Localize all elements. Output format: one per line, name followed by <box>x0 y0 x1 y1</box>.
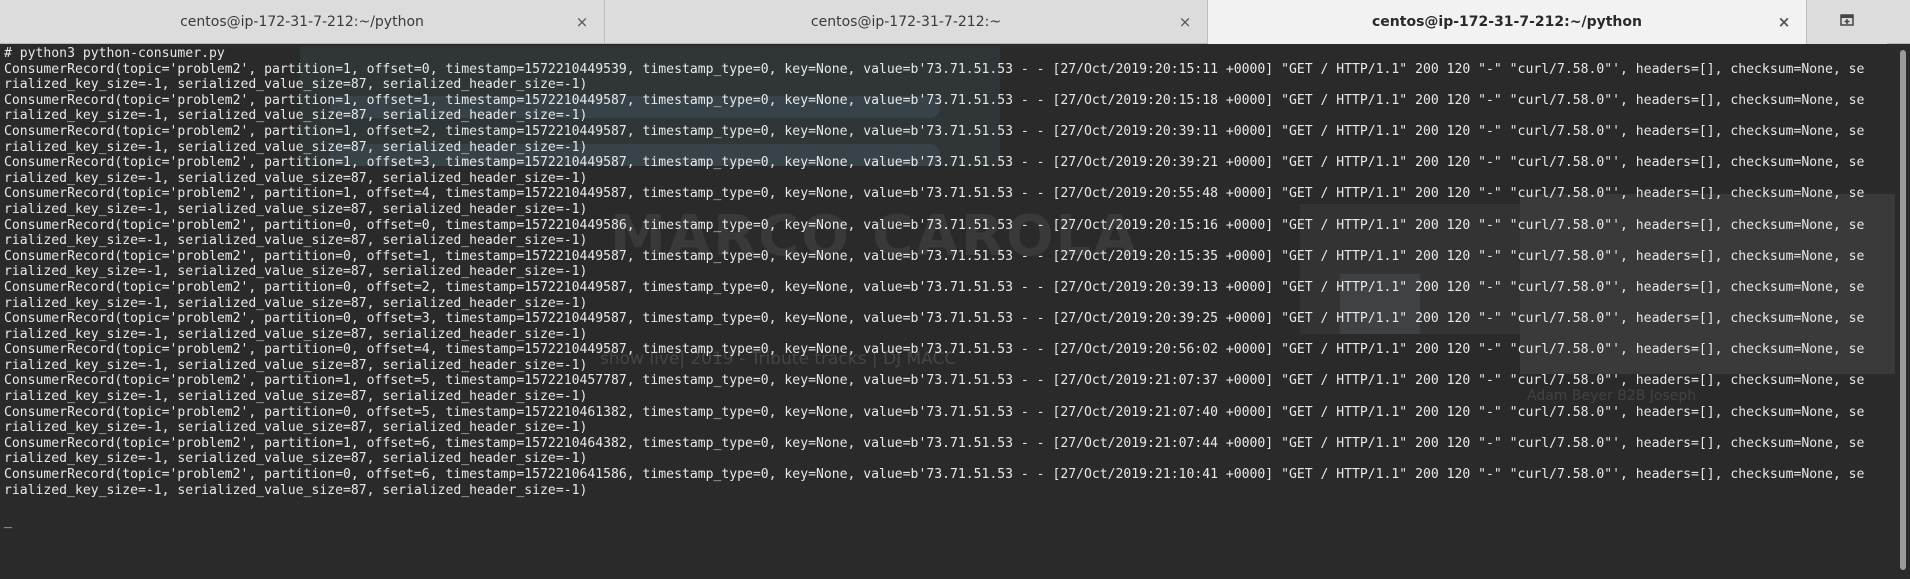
tab-python-active[interactable]: centos@ip-172-31-7-212:~/python × <box>1208 0 1807 44</box>
terminal-line: rialized_key_size=-1, serialized_value_s… <box>4 451 588 467</box>
terminal-line: rialized_key_size=-1, serialized_value_s… <box>4 264 588 280</box>
terminal-output: # python3 python-consumer.py ConsumerReco… <box>4 46 1895 529</box>
terminal-line: rialized_key_size=-1, serialized_value_s… <box>4 201 588 217</box>
terminal-line: ConsumerRecord(topic='problem2', partiti… <box>4 404 1865 420</box>
tab-label: centos@ip-172-31-7-212:~ <box>810 14 1002 30</box>
tab-bar: centos@ip-172-31-7-212:~/python × centos… <box>0 0 1910 44</box>
new-tab-button[interactable] <box>1807 0 1887 44</box>
close-icon[interactable]: × <box>1175 12 1195 32</box>
terminal-line: ConsumerRecord(topic='problem2', partiti… <box>4 373 1865 389</box>
terminal-line: ConsumerRecord(topic='problem2', partiti… <box>4 248 1865 264</box>
tab-label: centos@ip-172-31-7-212:~/python <box>1372 14 1642 30</box>
terminal-line: rialized_key_size=-1, serialized_value_s… <box>4 77 588 93</box>
command-line: # python3 python-consumer.py <box>4 46 225 61</box>
terminal-line: rialized_key_size=-1, serialized_value_s… <box>4 139 588 155</box>
terminal-line: rialized_key_size=-1, serialized_value_s… <box>4 233 588 249</box>
close-icon[interactable]: × <box>572 12 592 32</box>
scrollbar[interactable] <box>1895 44 1910 579</box>
new-tab-icon <box>1839 12 1855 32</box>
terminal-line: ConsumerRecord(topic='problem2', partiti… <box>4 311 1865 327</box>
terminal-line: ConsumerRecord(topic='problem2', partiti… <box>4 342 1865 358</box>
terminal-line: rialized_key_size=-1, serialized_value_s… <box>4 389 588 405</box>
terminal-line: rialized_key_size=-1, serialized_value_s… <box>4 482 588 498</box>
terminal-line: ConsumerRecord(topic='problem2', partiti… <box>4 217 1865 233</box>
scrollbar-thumb[interactable] <box>1900 50 1906 570</box>
tab-home[interactable]: centos@ip-172-31-7-212:~ × <box>605 0 1208 44</box>
tab-label: centos@ip-172-31-7-212:~/python <box>180 14 424 30</box>
terminal-line: rialized_key_size=-1, serialized_value_s… <box>4 108 588 124</box>
terminal-line: ConsumerRecord(topic='problem2', partiti… <box>4 123 1865 139</box>
terminal-line: rialized_key_size=-1, serialized_value_s… <box>4 420 588 436</box>
prompt-line[interactable]: _ <box>4 514 1895 530</box>
terminal-window: centos@ip-172-31-7-212:~/python × centos… <box>0 0 1910 579</box>
terminal-line: rialized_key_size=-1, serialized_value_s… <box>4 295 588 311</box>
terminal-line: ConsumerRecord(topic='problem2', partiti… <box>4 155 1865 171</box>
terminal-line: ConsumerRecord(topic='problem2', partiti… <box>4 435 1865 451</box>
terminal-area[interactable]: MARCO CAROLA show live| 2019 - Tribute t… <box>0 44 1895 579</box>
cursor: _ <box>4 513 12 529</box>
terminal-line: ConsumerRecord(topic='problem2', partiti… <box>4 279 1865 295</box>
close-icon[interactable]: × <box>1774 12 1794 32</box>
terminal-line: ConsumerRecord(topic='problem2', partiti… <box>4 467 1865 483</box>
terminal-line: rialized_key_size=-1, serialized_value_s… <box>4 357 588 373</box>
terminal-line: ConsumerRecord(topic='problem2', partiti… <box>4 186 1865 202</box>
terminal-line: ConsumerRecord(topic='problem2', partiti… <box>4 92 1865 108</box>
terminal-line: rialized_key_size=-1, serialized_value_s… <box>4 170 588 186</box>
tab-python-1[interactable]: centos@ip-172-31-7-212:~/python × <box>0 0 605 44</box>
terminal-line: rialized_key_size=-1, serialized_value_s… <box>4 326 588 342</box>
terminal-line: ConsumerRecord(topic='problem2', partiti… <box>4 61 1865 77</box>
